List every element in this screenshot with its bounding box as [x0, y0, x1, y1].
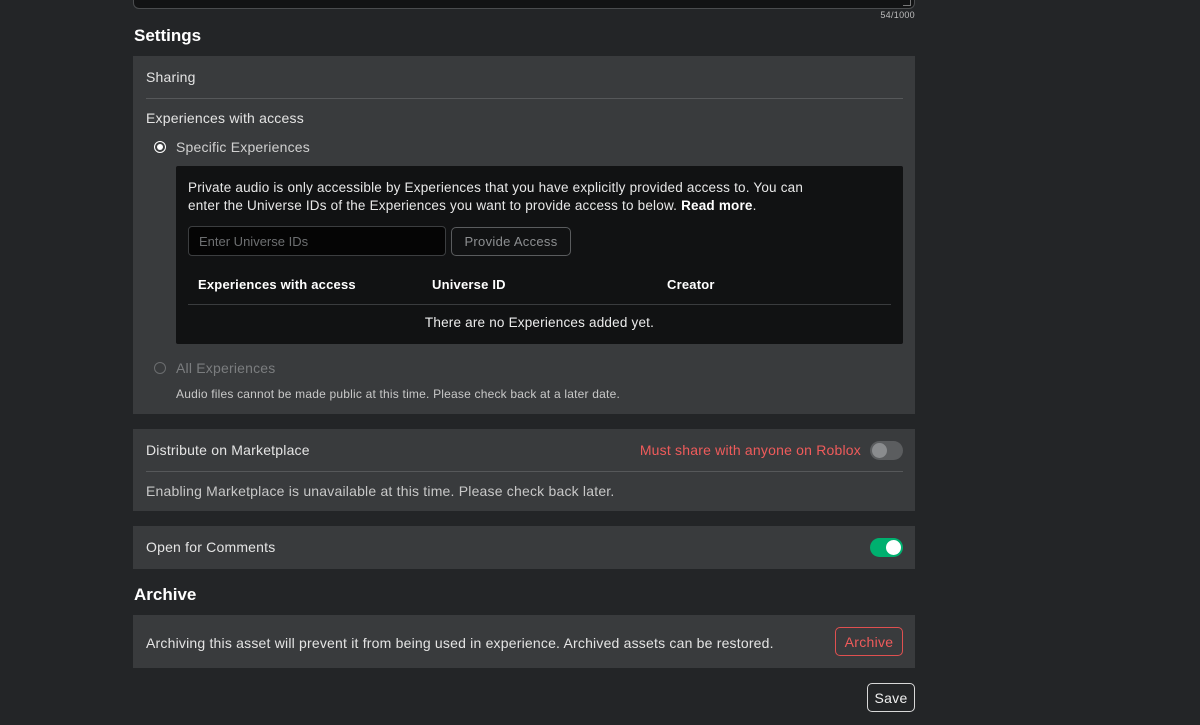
- description-textarea[interactable]: [133, 0, 915, 9]
- column-header-experiences: Experiences with access: [198, 277, 356, 292]
- marketplace-toggle[interactable]: [870, 441, 903, 460]
- sharing-label: Sharing: [146, 69, 196, 85]
- character-count: 54/1000: [880, 10, 915, 20]
- read-more-link[interactable]: Read more: [681, 198, 753, 213]
- table-header-divider: [188, 304, 891, 305]
- archive-button[interactable]: Archive: [835, 627, 903, 656]
- table-empty-message: There are no Experiences added yet.: [424, 315, 655, 330]
- info-text-end: .: [752, 198, 757, 213]
- specific-experiences-radio[interactable]: [154, 141, 166, 153]
- marketplace-note: Enabling Marketplace is unavailable at t…: [146, 483, 615, 499]
- info-text-line1: Private audio is only accessible by Expe…: [188, 180, 804, 195]
- resize-grip-icon[interactable]: [903, 0, 911, 6]
- settings-title: Settings: [134, 26, 202, 45]
- sharing-divider: [146, 98, 903, 99]
- experiences-with-access-heading: Experiences with access: [146, 110, 304, 126]
- archive-description: Archiving this asset will prevent it fro…: [146, 635, 774, 651]
- archive-title: Archive: [134, 585, 197, 604]
- comments-toggle[interactable]: [870, 538, 903, 557]
- marketplace-label: Distribute on Marketplace: [146, 442, 310, 458]
- save-button[interactable]: Save: [867, 683, 915, 712]
- all-experiences-note: Audio files cannot be made public at thi…: [176, 387, 620, 401]
- specific-experiences-label[interactable]: Specific Experiences: [176, 139, 310, 155]
- all-experiences-radio[interactable]: [154, 362, 166, 374]
- toggle-knob: [872, 443, 887, 458]
- info-text-line2: enter the Universe IDs of the Experience…: [188, 198, 678, 213]
- toggle-knob: [886, 540, 901, 555]
- comments-label: Open for Comments: [146, 539, 276, 555]
- column-header-creator: Creator: [667, 277, 715, 292]
- private-audio-info: Private audio is only accessible by Expe…: [188, 179, 803, 215]
- provide-access-button[interactable]: Provide Access: [451, 227, 571, 256]
- marketplace-divider: [146, 471, 903, 472]
- all-experiences-label[interactable]: All Experiences: [176, 360, 276, 376]
- column-header-universe-id: Universe ID: [432, 277, 506, 292]
- universe-ids-input[interactable]: [188, 226, 446, 256]
- marketplace-warning: Must share with anyone on Roblox: [639, 442, 861, 458]
